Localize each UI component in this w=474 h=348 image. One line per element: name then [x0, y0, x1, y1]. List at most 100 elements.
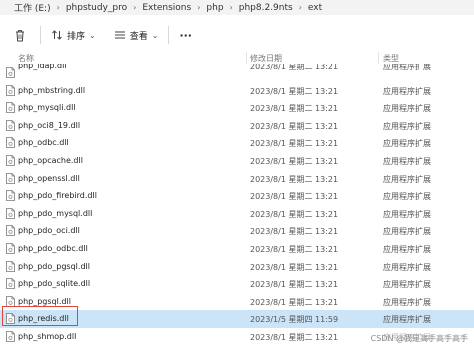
file-date: 2023/8/1 星期二 13:21: [250, 174, 339, 184]
file-list: php_ldap.dll 2023/8/1 星期二 13:21 应用程序扩展 php_…: [0, 64, 474, 346]
file-type: 应用程序扩展: [383, 227, 431, 237]
toolbar: 排序 ⌄ 查看 ⌄ ···: [0, 18, 474, 52]
file-row[interactable]: php_mbstring.dll 2023/8/1 星期二 13:21 应用程序扩展: [0, 82, 474, 100]
file-row[interactable]: php_pdo_oci.dll 2023/8/1 星期二 13:21 应用程序扩展: [0, 222, 474, 240]
file-name: php_pgsql.dll: [18, 296, 71, 306]
sort-icon: [52, 30, 62, 40]
file-date: 2023/8/1 星期二 13:21: [250, 121, 339, 131]
file-date: 2023/8/1 星期二 13:21: [250, 86, 339, 96]
file-name: php_mysqli.dll: [18, 103, 76, 113]
view-button[interactable]: 查看 ⌄: [114, 29, 159, 42]
more-options-button[interactable]: ···: [179, 29, 192, 42]
file-row[interactable]: php_pdo_firebird.dll 2023/8/1 星期二 13:21 应用…: [0, 187, 474, 205]
breadcrumb-item[interactable]: Extensions: [140, 3, 193, 13]
file-row[interactable]: php_odbc.dll 2023/8/1 星期二 13:21 应用程序扩展: [0, 134, 474, 152]
dll-file-icon: [6, 67, 15, 78]
file-name: php_opcache.dll: [18, 155, 83, 165]
highlight-box: [2, 306, 78, 326]
breadcrumb-item[interactable]: ext: [306, 3, 324, 13]
chevron-right-icon: ›: [298, 3, 302, 12]
dll-file-icon: [6, 155, 15, 166]
column-header-type[interactable]: 类型: [383, 53, 399, 64]
chevron-right-icon: ›: [56, 3, 60, 12]
chevron-down-icon: ⌄: [89, 30, 96, 40]
dll-file-icon: [6, 119, 15, 131]
file-name: php_pdo_mysql.dll: [18, 208, 93, 218]
file-date: 2023/8/1 星期二 13:21: [250, 192, 339, 202]
file-row[interactable]: php_oci8_19.dll 2023/8/1 星期二 13:21 应用程序扩展: [0, 117, 474, 135]
file-type: 应用程序扩展: [383, 139, 431, 149]
file-type: 应用程序扩展: [383, 262, 431, 272]
breadcrumb-item[interactable]: php: [204, 3, 225, 13]
breadcrumb-item[interactable]: phpstudy_pro: [64, 3, 129, 13]
file-type: 应用程序扩展: [383, 315, 431, 325]
file-row[interactable]: php_pdo_sqlite.dll 2023/8/1 星期二 13:21 应用程序…: [0, 275, 474, 293]
sort-label: 排序: [67, 31, 86, 42]
file-type: 应用程序扩展: [383, 297, 431, 307]
file-date: 2023/8/1 星期二 13:21: [250, 104, 339, 114]
file-type: 应用程序扩展: [383, 174, 431, 184]
file-type: 应用程序扩展: [383, 86, 431, 96]
file-date: 2023/8/1 星期二 13:21: [250, 209, 339, 219]
chevron-right-icon: ›: [197, 3, 201, 12]
file-date: 2023/8/1 星期二 13:21: [250, 297, 339, 307]
dll-file-icon: [6, 137, 15, 149]
file-date: 2023/8/1 星期二 13:21: [250, 139, 339, 149]
file-type: 应用程序扩展: [383, 209, 431, 219]
view-list-icon: [114, 31, 125, 39]
toolbar-divider: [168, 26, 170, 44]
breadcrumb-item[interactable]: 工作 (E:): [12, 1, 53, 14]
file-row[interactable]: php_ldap.dll 2023/8/1 星期二 13:21 应用程序扩展: [0, 64, 474, 82]
trash-icon: [16, 29, 24, 41]
file-type: 应用程序扩展: [383, 156, 431, 166]
file-type: 应用程序扩展: [383, 104, 431, 114]
file-type: 应用程序扩展: [383, 64, 431, 71]
dll-file-icon: [6, 278, 15, 290]
sort-button[interactable]: 排序 ⌄: [51, 29, 96, 42]
column-header-date[interactable]: 修改日期: [250, 53, 282, 64]
file-date: 2023/1/5 星期四 11:59: [250, 315, 339, 325]
delete-button[interactable]: [14, 29, 26, 42]
file-row[interactable]: php_pdo_mysql.dll 2023/8/1 星期二 13:21 应用程序扩…: [0, 205, 474, 223]
column-divider[interactable]: [378, 52, 379, 64]
file-row[interactable]: php_pdo_pgsql.dll 2023/8/1 星期二 13:21 应用程序扩…: [0, 258, 474, 276]
file-date: 2023/8/1 星期二 13:21: [250, 244, 339, 254]
column-header: 名称 修改日期 类型: [0, 52, 474, 64]
file-name: php_pdo_pgsql.dll: [18, 261, 90, 271]
file-name: php_openssl.dll: [18, 173, 80, 183]
file-type: 应用程序扩展: [383, 192, 431, 202]
dll-file-icon: [6, 260, 15, 272]
file-name: php_pdo_sqlite.dll: [18, 279, 91, 289]
chevron-right-icon: ›: [229, 3, 233, 12]
file-row[interactable]: php_pdo_odbc.dll 2023/8/1 星期二 13:21 应用程序扩展: [0, 240, 474, 258]
breadcrumb-item[interactable]: php8.2.9nts: [237, 3, 295, 13]
file-type: 应用程序扩展: [383, 121, 431, 131]
dll-file-icon: [6, 225, 15, 237]
dll-file-icon: [6, 207, 15, 219]
file-name: php_oci8_19.dll: [18, 120, 81, 130]
more-icon: ···: [179, 28, 192, 42]
file-name: php_shmop.dll: [18, 331, 77, 341]
dll-file-icon: [6, 331, 15, 342]
file-date: 2023/8/1 星期二 13:21: [250, 262, 339, 272]
file-row[interactable]: php_openssl.dll 2023/8/1 星期二 13:21 应用程序扩展: [0, 170, 474, 188]
dll-file-icon: [6, 102, 15, 114]
file-date: 2023/8/1 星期二 13:21: [250, 227, 339, 237]
file-date: 2023/8/1 星期二 13:21: [250, 64, 339, 71]
file-name: php_pdo_oci.dll: [18, 226, 80, 236]
file-date: 2023/8/1 星期二 13:21: [250, 280, 339, 290]
file-name: php_odbc.dll: [18, 138, 69, 148]
chevron-down-icon: ⌄: [151, 30, 159, 40]
file-name: php_ldap.dll: [18, 64, 67, 70]
file-type: 应用程序扩展: [383, 280, 431, 290]
file-row[interactable]: php_mysqli.dll 2023/8/1 星期二 13:21 应用程序扩展: [0, 99, 474, 117]
file-row[interactable]: php_opcache.dll 2023/8/1 星期二 13:21 应用程序扩展: [0, 152, 474, 170]
file-date: 2023/8/1 星期二 13:21: [250, 332, 339, 342]
column-divider[interactable]: [246, 52, 247, 64]
view-label: 查看: [129, 31, 148, 42]
column-header-name[interactable]: 名称: [18, 53, 34, 64]
chevron-right-icon: ›: [133, 3, 137, 12]
file-name: php_mbstring.dll: [18, 85, 86, 95]
watermark: CSDN @我是高手高手高手: [370, 333, 468, 344]
file-type: 应用程序扩展: [383, 244, 431, 254]
